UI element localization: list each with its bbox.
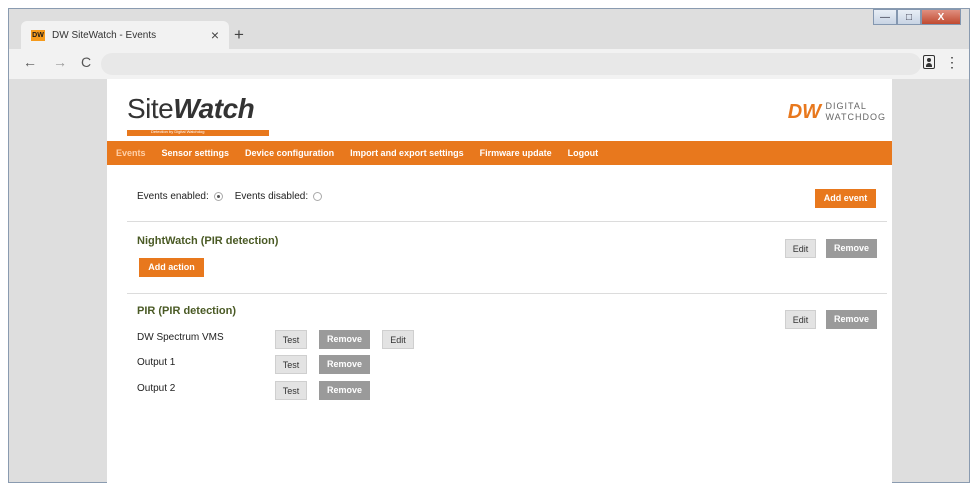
event-title: NightWatch (PIR detection) [137, 235, 279, 247]
minimize-button[interactable]: — [873, 9, 897, 25]
tab-close-icon[interactable]: × [211, 27, 219, 43]
profile-icon[interactable] [923, 55, 935, 69]
events-enabled-label: Events enabled: [137, 191, 209, 202]
menu-kebab-icon[interactable]: ⋮ [945, 54, 959, 71]
event-title: PIR (PIR detection) [137, 305, 237, 317]
maximize-button[interactable]: □ [897, 9, 921, 25]
nav-item-logout[interactable]: Logout [568, 148, 599, 158]
events-disabled-radio[interactable] [313, 192, 323, 201]
events-enabled-radio[interactable] [213, 192, 223, 201]
nav-item-firmware-update[interactable]: Firmware update [480, 148, 552, 158]
logo-text-bold: Watch [173, 93, 255, 124]
dw-word-1: DIGITAL [825, 101, 867, 111]
event-remove-button[interactable]: Remove [826, 239, 877, 258]
title-bar: DW DW SiteWatch - Events × + — □ X [9, 9, 969, 51]
back-arrow-icon[interactable]: ← [23, 54, 37, 70]
event-edit-button[interactable]: Edit [785, 239, 816, 258]
event-remove-button[interactable]: Remove [826, 310, 877, 329]
action-remove-button[interactable]: Remove [319, 330, 370, 349]
divider [127, 221, 887, 222]
action-remove-button[interactable]: Remove [319, 355, 370, 374]
main-nav: Events Sensor settings Device configurat… [107, 141, 892, 165]
nav-item-device-configuration[interactable]: Device configuration [245, 148, 334, 158]
logo-tagline: Detection by Digital Watchdog [151, 129, 205, 134]
close-window-button[interactable]: X [921, 9, 961, 25]
window-controls: — □ X [873, 9, 961, 27]
action-test-button[interactable]: Test [275, 381, 307, 400]
forward-arrow-icon[interactable]: → [53, 54, 67, 70]
new-tab-button[interactable]: + [229, 25, 249, 45]
events-toggle: Events enabled: Events disabled: [137, 191, 334, 202]
favicon-icon: DW [31, 30, 45, 41]
action-test-button[interactable]: Test [275, 355, 307, 374]
action-test-button[interactable]: Test [275, 330, 307, 349]
add-action-button[interactable]: Add action [139, 258, 204, 277]
digital-watchdog-logo: DW DIGITAL WATCHDOG [788, 101, 886, 124]
nav-item-import-export[interactable]: Import and export settings [350, 148, 464, 158]
browser-toolbar: ← → C ⋮ [9, 49, 969, 79]
add-event-button[interactable]: Add event [815, 189, 876, 208]
browser-tab[interactable]: DW DW SiteWatch - Events × [21, 21, 229, 51]
action-name: Output 1 [137, 357, 176, 368]
address-bar[interactable] [101, 53, 921, 75]
action-name: Output 2 [137, 383, 176, 394]
browser-window: DW DW SiteWatch - Events × + — □ X ← → C… [8, 8, 970, 484]
nav-item-sensor-settings[interactable]: Sensor settings [162, 148, 230, 158]
page-container: SiteWatch Detection by Digital Watchdog … [107, 79, 892, 484]
action-remove-button[interactable]: Remove [319, 381, 370, 400]
dw-mark: DW [787, 101, 822, 123]
action-edit-button[interactable]: Edit [382, 330, 414, 349]
sitewatch-logo: SiteWatch Detection by Digital Watchdog [127, 93, 269, 136]
divider [127, 293, 887, 294]
nav-item-events[interactable]: Events [116, 148, 146, 158]
dw-word-2: WATCHDOG [825, 112, 886, 122]
action-name: DW Spectrum VMS [137, 332, 224, 343]
logo-text-plain: Site [127, 93, 174, 124]
reload-icon[interactable]: C [81, 54, 91, 70]
event-edit-button[interactable]: Edit [785, 310, 816, 329]
events-disabled-label: Events disabled: [234, 191, 309, 202]
tab-title: DW SiteWatch - Events [52, 30, 157, 41]
